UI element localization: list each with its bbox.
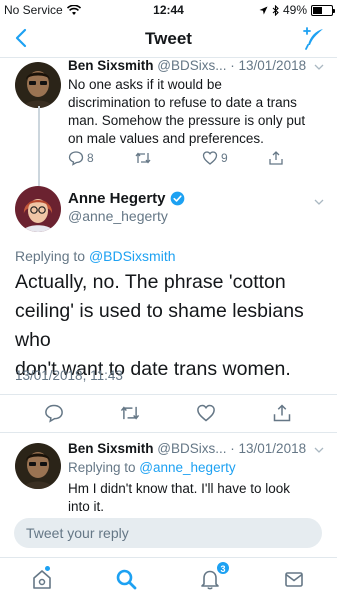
- heart-icon: [202, 151, 218, 165]
- thread-connector: [38, 106, 40, 186]
- reply-count: 8: [87, 151, 94, 165]
- battery-icon: [311, 4, 335, 16]
- author-name[interactable]: Ben Sixsmith: [68, 58, 154, 73]
- author-line: Anne Hegerty: [68, 190, 185, 207]
- mention-link[interactable]: @BDSixsmith: [89, 248, 176, 264]
- bluetooth-icon: [272, 4, 279, 16]
- retweet-icon: [135, 152, 151, 164]
- author-name[interactable]: Ben Sixsmith: [68, 441, 154, 456]
- compose-feather-icon[interactable]: [301, 26, 327, 52]
- replying-to-line: Replying to @anne_hegerty: [68, 460, 236, 475]
- chevron-down-icon[interactable]: [313, 444, 325, 456]
- tweet-text-line: on male values and preferences.: [68, 131, 264, 146]
- mail-icon[interactable]: [283, 568, 305, 590]
- replying-to-line: Replying to @BDSixsmith: [15, 248, 176, 264]
- page-title: Tweet: [145, 29, 192, 48]
- tweet-text-line: No one asks if it would be: [68, 77, 222, 92]
- notification-badge: 3: [216, 561, 230, 575]
- location-arrow-icon: [259, 6, 268, 14]
- tweet-text-line: ceiling' is used to shame lesbians who: [15, 300, 304, 351]
- avatar-photo: [15, 62, 61, 108]
- like-button[interactable]: 9: [202, 150, 228, 166]
- tweet-text: Actually, no. The phrase 'cotton ceiling…: [15, 268, 327, 384]
- tweet-date: · 13/01/2018: [230, 441, 307, 456]
- tweet-text-line: Actually, no. The phrase 'cotton: [15, 271, 286, 293]
- tweet-author-line: Ben Sixsmith @BDSixs... · 13/01/2018: [68, 441, 306, 456]
- divider: [0, 394, 337, 395]
- avatar-photo: [15, 443, 61, 489]
- tweet-text-line: discrimination to refuse to date a trans: [68, 95, 297, 110]
- retweet-icon: [120, 406, 140, 420]
- tweet-text: Hm I didn't know that. I'll have to look…: [68, 480, 333, 516]
- chevron-down-icon[interactable]: [313, 61, 325, 73]
- verified-badge-icon: [170, 191, 184, 206]
- chevron-down-icon[interactable]: [313, 196, 325, 208]
- unread-dot: [45, 566, 50, 571]
- nav-bar: Tweet: [0, 20, 337, 58]
- tweet-text-line: into it.: [68, 499, 105, 514]
- share-button[interactable]: [272, 403, 292, 423]
- avatar[interactable]: [15, 443, 61, 489]
- replying-to-prefix: Replying to: [68, 460, 140, 475]
- tweet-date: · 13/01/2018: [230, 58, 307, 73]
- like-count: 9: [221, 151, 228, 165]
- reply-button[interactable]: 8: [68, 150, 94, 166]
- author-name[interactable]: Anne Hegerty: [68, 190, 166, 207]
- share-icon: [273, 404, 291, 422]
- tweet-timestamp[interactable]: 13/01/2018, 11:43: [15, 368, 123, 383]
- author-handle[interactable]: @anne_hegerty: [68, 208, 168, 224]
- avatar[interactable]: [15, 186, 61, 232]
- home-icon[interactable]: [31, 568, 53, 590]
- battery-percent: 49%: [282, 3, 307, 17]
- battery-level: [313, 6, 322, 14]
- divider: [0, 432, 337, 433]
- tweet-text-line: Hm I didn't know that. I'll have to look: [68, 481, 291, 496]
- share-button[interactable]: [268, 150, 284, 166]
- replying-to-prefix: Replying to: [15, 248, 89, 264]
- tweet-text-line: man. Somehow the pressure is only put: [68, 113, 306, 128]
- heart-icon: [197, 404, 215, 422]
- avatar[interactable]: [15, 62, 61, 108]
- search-icon[interactable]: [115, 568, 137, 590]
- mention-link[interactable]: @anne_hegerty: [139, 460, 235, 475]
- tweet-author-line: Ben Sixsmith @BDSixs... · 13/01/2018: [68, 58, 306, 73]
- author-handle[interactable]: @BDSixs...: [157, 441, 226, 456]
- share-icon: [269, 151, 283, 165]
- avatar-photo: [15, 186, 61, 232]
- status-bar: No Service 12:44 49%: [0, 0, 337, 20]
- reply-input[interactable]: Tweet your reply: [14, 518, 322, 548]
- reply-bubble-icon: [68, 151, 84, 166]
- like-button[interactable]: [196, 403, 216, 423]
- reply-bubble-icon: [45, 404, 63, 423]
- author-handle[interactable]: @BDSixs...: [157, 58, 226, 73]
- retweet-button[interactable]: [134, 150, 152, 166]
- tab-bar: [0, 557, 337, 600]
- tweet-text: No one asks if it would be discriminatio…: [68, 76, 333, 148]
- reply-button[interactable]: [44, 403, 64, 423]
- status-right: 49%: [259, 3, 335, 17]
- retweet-button[interactable]: [119, 403, 141, 423]
